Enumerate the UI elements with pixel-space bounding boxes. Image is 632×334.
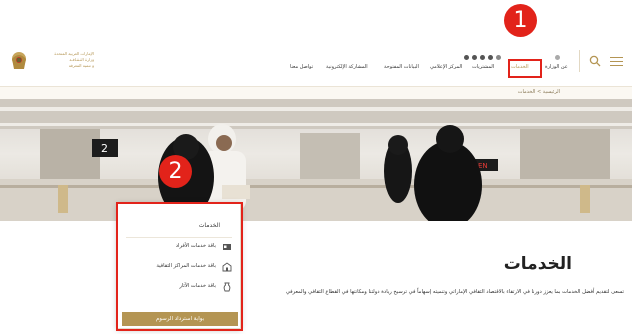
annotation-marker-1: 1 — [504, 4, 537, 37]
annotation-marker-2: 2 — [159, 155, 192, 188]
page-title: الخدمات — [503, 254, 572, 274]
text-size-icon[interactable] — [496, 55, 501, 60]
nav-item-open-data[interactable]: البيانات المفتوحة — [384, 64, 419, 70]
hamburger-icon[interactable] — [610, 57, 623, 66]
nav-item-media-center[interactable]: المركز الإعلامي — [430, 64, 462, 70]
language-icon[interactable] — [555, 55, 560, 60]
nav-item-e-participation[interactable]: المشاركة الإلكترونية — [326, 64, 368, 70]
svg-text:2: 2 — [101, 142, 108, 155]
logo-text: الإمارات العربية المتحدة وزارة الثـقـافـ… — [34, 51, 94, 69]
nav-item-contact[interactable]: تواصل معنا — [290, 64, 313, 70]
logo-line: و تنمية المعرفة — [68, 63, 94, 68]
contrast-icon[interactable] — [472, 55, 477, 60]
emblem-icon — [12, 52, 26, 69]
accessibility-icon[interactable] — [464, 55, 469, 60]
print-icon[interactable] — [480, 55, 485, 60]
ministry-logo[interactable]: الإمارات العربية المتحدة وزارة الثـقـافـ… — [8, 49, 94, 75]
hero-image: 2 EN — [0, 99, 632, 221]
highlight-services-nav — [508, 59, 542, 78]
page-description: تسعى لتقديم أفضل الخدمات بما يعزز دورنا … — [285, 289, 624, 295]
highlight-services-dropdown — [116, 202, 243, 331]
service-center-photo: 2 EN — [0, 99, 632, 221]
share-icon[interactable] — [488, 55, 493, 60]
nav-item-procurement[interactable]: المشتريات — [472, 64, 494, 70]
breadcrumb-bar: الرئيسية > الخدمات — [0, 87, 632, 99]
nav-item-about[interactable]: عن الوزارة — [545, 64, 568, 70]
search-icon[interactable] — [589, 55, 601, 67]
breadcrumb[interactable]: الرئيسية > الخدمات — [518, 89, 560, 95]
